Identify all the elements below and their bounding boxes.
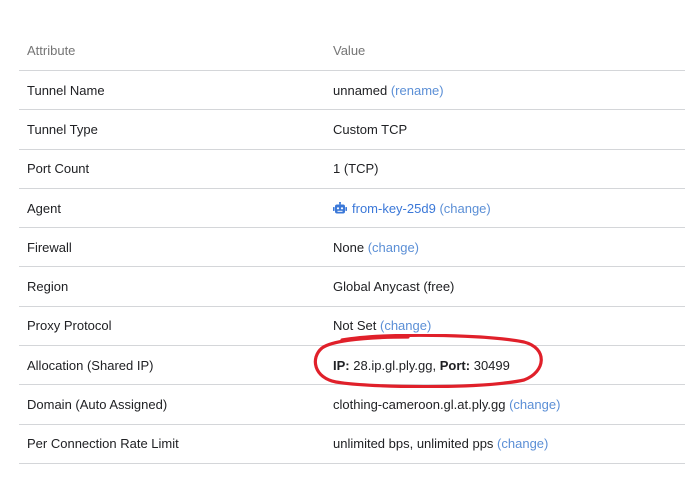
change-proxy-protocol-link[interactable]: (change)	[380, 318, 431, 333]
rate-limit-value: unlimited bps, unlimited pps	[333, 436, 494, 452]
port-value: 30499	[473, 357, 510, 373]
firewall-value: None	[333, 239, 365, 255]
attr-label: Firewall	[27, 239, 72, 255]
agent-name-link[interactable]: from-key-25d9	[352, 201, 436, 216]
attr-label: Port Count	[27, 161, 90, 177]
robot-icon	[333, 201, 347, 214]
proxy-protocol-value: Not Set	[333, 318, 377, 334]
change-firewall-link[interactable]: (change)	[368, 240, 419, 255]
attr-label: Tunnel Name	[27, 82, 105, 98]
value-cell: unnamed (rename)	[333, 83, 685, 98]
value-cell: unlimited bps, unlimited pps (change)	[333, 436, 685, 451]
row-region: Region Global Anycast (free)	[19, 267, 685, 307]
row-agent: Agent from-key-25d9 (change)	[19, 189, 685, 229]
value-cell: Not Set (change)	[333, 318, 685, 333]
attr-label: Allocation (Shared IP)	[27, 357, 154, 373]
value-cell: None (change)	[333, 240, 685, 255]
change-domain-link[interactable]: (change)	[509, 397, 560, 412]
change-rate-limit-link[interactable]: (change)	[497, 436, 548, 451]
attr-label: Per Connection Rate Limit	[27, 436, 179, 452]
table-header-row: Attribute Value	[19, 31, 685, 71]
value-cell: from-key-25d9 (change)	[333, 201, 685, 216]
attr-label: Proxy Protocol	[27, 318, 112, 334]
port-count-value: 1 (TCP)	[333, 161, 379, 177]
row-port-count: Port Count 1 (TCP)	[19, 150, 685, 189]
attr-label: Domain (Auto Assigned)	[27, 397, 168, 413]
port-label: Port:	[439, 357, 471, 373]
row-rate-limit: Per Connection Rate Limit unlimited bps,…	[19, 425, 685, 464]
ip-value: 28.ip.gl.ply.gg,	[353, 357, 437, 373]
value-cell: clothing-cameroon.gl.at.ply.gg (change)	[333, 397, 685, 412]
tunnel-type-value: Custom TCP	[333, 121, 408, 137]
rename-link[interactable]: (rename)	[391, 83, 444, 98]
domain-value: clothing-cameroon.gl.at.ply.gg	[333, 397, 506, 413]
value-cell: IP: 28.ip.gl.ply.gg, Port: 30499	[333, 358, 685, 373]
region-value: Global Anycast (free)	[333, 279, 455, 295]
row-allocation: Allocation (Shared IP) IP: 28.ip.gl.ply.…	[19, 346, 685, 386]
row-firewall: Firewall None (change)	[19, 228, 685, 268]
row-tunnel-name: Tunnel Name unnamed (rename)	[19, 71, 685, 111]
change-agent-link[interactable]: (change)	[439, 201, 490, 216]
header-attribute: Attribute	[27, 43, 76, 58]
tunnel-name-value: unnamed	[333, 82, 388, 98]
ip-label: IP:	[333, 357, 350, 373]
row-tunnel-type: Tunnel Type Custom TCP	[19, 110, 685, 150]
attr-label: Agent	[27, 200, 61, 216]
attr-label: Region	[27, 279, 69, 295]
header-value: Value	[333, 43, 366, 58]
tunnel-attributes-table: Attribute Value Tunnel Name unnamed (ren…	[19, 31, 685, 464]
attr-label: Tunnel Type	[27, 121, 98, 137]
row-proxy-protocol: Proxy Protocol Not Set (change)	[19, 307, 685, 347]
row-domain: Domain (Auto Assigned) clothing-cameroon…	[19, 385, 685, 425]
